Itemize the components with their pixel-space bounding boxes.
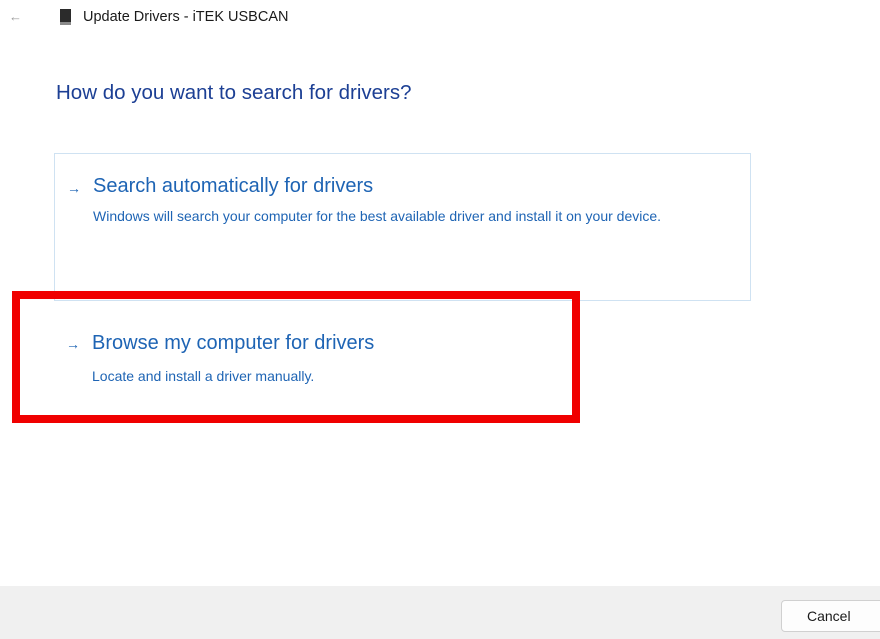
search-automatically-title: Search automatically for drivers (93, 175, 374, 197)
browse-my-computer-option[interactable]: → Browse my computer for drivers Locate … (54, 308, 751, 418)
page-heading: How do you want to search for drivers? (56, 81, 412, 104)
arrow-right-icon: → (67, 180, 81, 196)
browse-my-computer-title: Browse my computer for drivers (92, 332, 375, 354)
title-bar: ← Update Drivers - iTEK USBCAN (0, 0, 880, 40)
dialog-footer: Cancel (0, 586, 880, 639)
usb-device-icon (60, 9, 71, 25)
cancel-button[interactable]: Cancel (781, 600, 880, 632)
search-automatically-option[interactable]: → Search automatically for drivers Windo… (54, 153, 751, 301)
window-title: Update Drivers - iTEK USBCAN (83, 9, 289, 25)
browse-my-computer-description: Locate and install a driver manually. (92, 368, 315, 384)
search-automatically-description: Windows will search your computer for th… (93, 208, 662, 224)
back-arrow-icon[interactable]: ← (9, 9, 22, 24)
arrow-right-icon: → (66, 336, 80, 352)
